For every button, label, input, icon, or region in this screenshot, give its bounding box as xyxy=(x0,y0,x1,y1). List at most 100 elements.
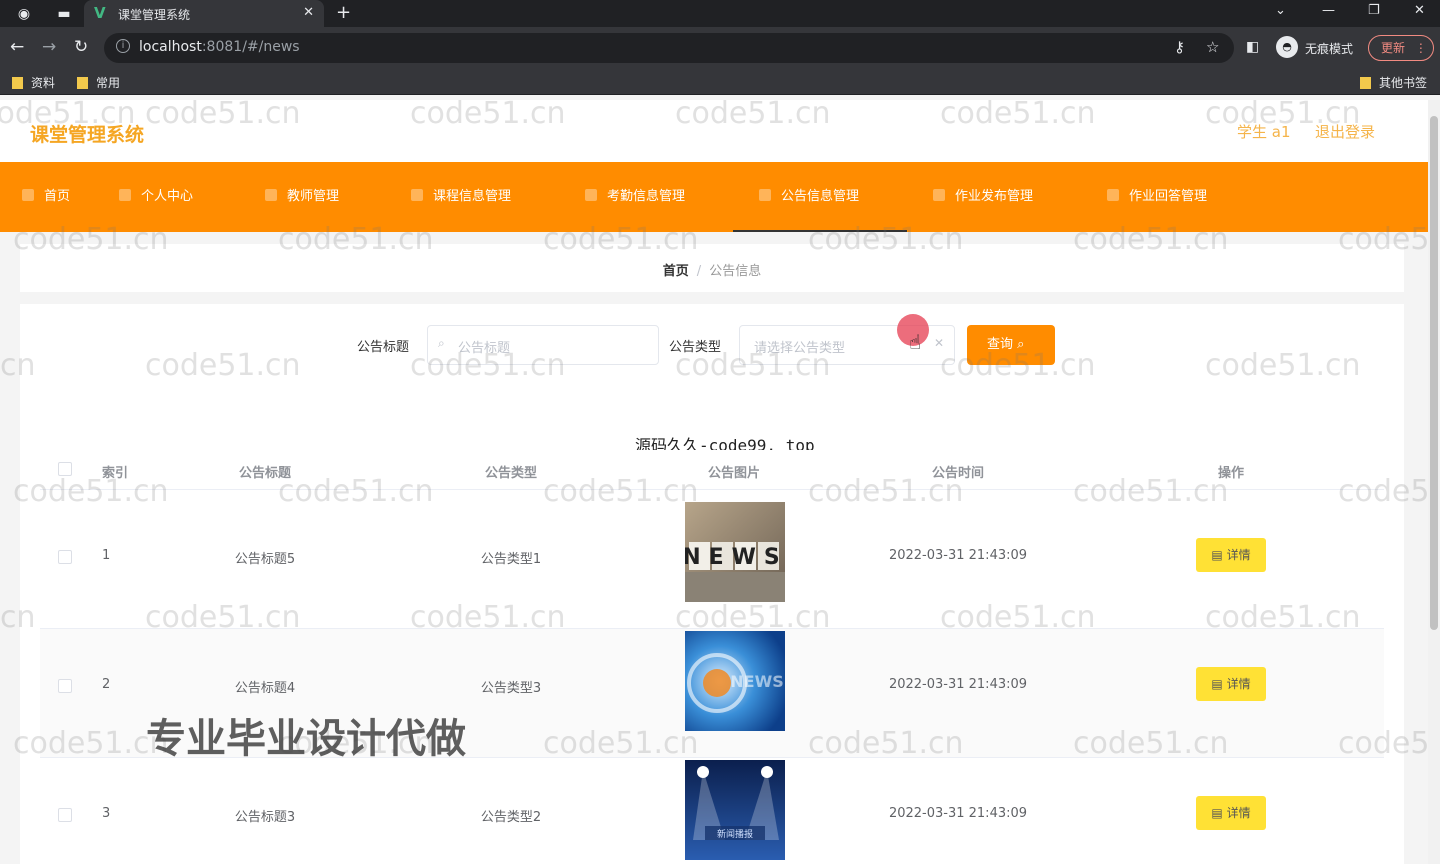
sidepanel-icon[interactable]: ◧ xyxy=(1246,37,1259,57)
row-index: 2 xyxy=(102,677,111,692)
new-tab-icon[interactable]: + xyxy=(336,2,351,23)
detail-button[interactable]: ▤ 详情 xyxy=(1196,796,1266,830)
row-type: 公告类型1 xyxy=(480,552,542,567)
nav-item-attendance[interactable]: 考勤信息管理 xyxy=(585,162,685,232)
bookmark-folder-ziliao[interactable]: 资料 xyxy=(12,74,55,91)
attendance-icon xyxy=(585,189,597,201)
site-info-icon[interactable]: i xyxy=(116,39,130,53)
logout-link[interactable]: 退出登录 xyxy=(1315,121,1375,142)
url-field[interactable]: i localhost:8081/#/news ⚷ ☆ xyxy=(104,33,1234,63)
row-title: 公告标题5 xyxy=(234,552,296,567)
row-time: 2022-03-31 21:43:09 xyxy=(888,548,1028,563)
row-title: 公告标题3 xyxy=(234,810,296,825)
back-icon[interactable]: ← xyxy=(10,37,24,57)
tab-search-icon[interactable]: ▬ xyxy=(54,4,74,24)
title-filter-label: 公告标题 xyxy=(357,340,410,355)
table-row: 3 公告标题3 公告类型2 新闻播报 2022-03-31 21:43:09 ▤… xyxy=(40,758,1384,864)
nav-label: 作业发布管理 xyxy=(955,189,1034,204)
bookmark-star-icon[interactable]: ☆ xyxy=(1206,38,1219,56)
document-icon: ▤ xyxy=(1211,677,1223,691)
folder-icon xyxy=(1360,77,1371,89)
answer-icon xyxy=(1107,189,1119,201)
nav-label: 个人中心 xyxy=(141,189,194,204)
update-button[interactable]: 更新 ⋮ xyxy=(1368,35,1434,61)
nav-label: 教师管理 xyxy=(287,189,340,204)
browser-tab-bar: ◉ ▬ V 课堂管理系统 ✕ + ⌄ — ❐ ✕ xyxy=(0,0,1440,27)
close-tab-icon[interactable]: ✕ xyxy=(303,5,314,20)
url-text: localhost:8081/#/news xyxy=(139,39,300,55)
news-image-text: 新闻播报 xyxy=(717,828,753,840)
incognito-avatar-icon[interactable]: ◓ xyxy=(1276,36,1298,58)
bookmark-folder-changyong[interactable]: 常用 xyxy=(77,74,120,91)
current-user: 学生 a1 xyxy=(1237,123,1291,141)
nav-item-courses[interactable]: 课程信息管理 xyxy=(411,162,511,232)
active-tab[interactable]: V 课堂管理系统 ✕ xyxy=(84,0,324,27)
more-menu-icon: ⋮ xyxy=(1414,41,1427,55)
query-label: 查询 xyxy=(987,337,1014,352)
key-icon[interactable]: ⚷ xyxy=(1174,38,1185,56)
tab-list-chevron-icon[interactable]: ⌄ xyxy=(1275,3,1286,18)
user-icon xyxy=(119,189,131,201)
incognito-label: 无痕模式 xyxy=(1305,42,1354,56)
folder-icon xyxy=(12,77,23,89)
nav-label: 考勤信息管理 xyxy=(607,189,686,204)
breadcrumb: 首页 / 公告信息 xyxy=(20,260,1404,279)
breadcrumb-home[interactable]: 首页 xyxy=(663,264,689,279)
hand-cursor-icon: ☝ xyxy=(909,330,922,354)
nav-item-homework-publish[interactable]: 作业发布管理 xyxy=(933,162,1033,232)
minimize-icon[interactable]: — xyxy=(1322,3,1335,18)
detail-label: 详情 xyxy=(1226,677,1251,691)
row-title: 公告标题4 xyxy=(234,681,296,696)
clear-icon[interactable]: ✕ xyxy=(934,336,944,350)
document-icon: ▤ xyxy=(1211,548,1223,562)
nav-item-homework-answers[interactable]: 作业回答管理 xyxy=(1107,162,1207,232)
row-checkbox[interactable] xyxy=(58,550,72,564)
page-scrollbar[interactable] xyxy=(1428,100,1440,864)
title-placeholder: 公告标题 xyxy=(458,341,511,356)
row-checkbox[interactable] xyxy=(58,808,72,822)
news-thumbnail: 新闻播报 xyxy=(685,760,785,860)
nav-item-home[interactable]: 首页 xyxy=(22,162,70,232)
type-filter-label: 公告类型 xyxy=(669,340,722,355)
type-placeholder: 请选择公告类型 xyxy=(754,341,846,356)
detail-button[interactable]: ▤ 详情 xyxy=(1196,667,1266,701)
row-checkbox[interactable] xyxy=(58,679,72,693)
nav-item-announcements[interactable]: 公告信息管理 xyxy=(733,162,907,232)
forward-icon[interactable]: → xyxy=(42,37,56,57)
reload-icon[interactable]: ↻ xyxy=(74,37,88,57)
close-window-icon[interactable]: ✕ xyxy=(1414,3,1425,18)
breadcrumb-separator: / xyxy=(696,264,702,279)
bookmark-label: 资料 xyxy=(31,76,56,90)
browser-menu-icon[interactable]: ◉ xyxy=(14,4,34,24)
app-header: 课堂管理系统 学生 a1 退出登录 xyxy=(0,100,1428,162)
url-path: :8081/#/news xyxy=(201,39,300,55)
teacher-icon xyxy=(265,189,277,201)
row-time: 2022-03-31 21:43:09 xyxy=(888,677,1028,692)
other-bookmarks[interactable]: 其他书签 xyxy=(1360,74,1427,91)
main-nav: 首页 个人中心 教师管理 课程信息管理 考勤信息管理 公告信息管理 作业发布管理… xyxy=(0,162,1428,232)
news-thumbnail: NEWS xyxy=(685,502,785,602)
nav-item-profile[interactable]: 个人中心 xyxy=(119,162,193,232)
scrollbar-thumb[interactable] xyxy=(1430,116,1438,630)
row-index: 3 xyxy=(102,806,111,821)
folder-icon xyxy=(77,77,88,89)
news-image-text: NEWS xyxy=(685,545,785,570)
nav-label: 首页 xyxy=(44,189,71,204)
course-icon xyxy=(411,189,423,201)
title-search-input[interactable]: ⌕ 公告标题 xyxy=(427,325,659,365)
news-image: NEWS xyxy=(685,631,785,731)
col-time: 公告时间 xyxy=(931,466,985,481)
col-action: 操作 xyxy=(1217,466,1245,481)
row-index: 1 xyxy=(102,548,111,563)
row-time: 2022-03-31 21:43:09 xyxy=(888,806,1028,821)
search-icon: ⌕ xyxy=(438,336,445,350)
detail-button[interactable]: ▤ 详情 xyxy=(1196,538,1266,572)
restore-icon[interactable]: ❐ xyxy=(1368,3,1380,18)
select-all-checkbox[interactable] xyxy=(58,462,72,476)
col-image: 公告图片 xyxy=(707,466,761,481)
query-button[interactable]: 查询 ⌕ xyxy=(967,325,1055,365)
nav-item-teachers[interactable]: 教师管理 xyxy=(265,162,339,232)
col-title: 公告标题 xyxy=(238,466,292,481)
app-title: 课堂管理系统 xyxy=(30,124,145,146)
url-host: localhost xyxy=(139,39,202,55)
